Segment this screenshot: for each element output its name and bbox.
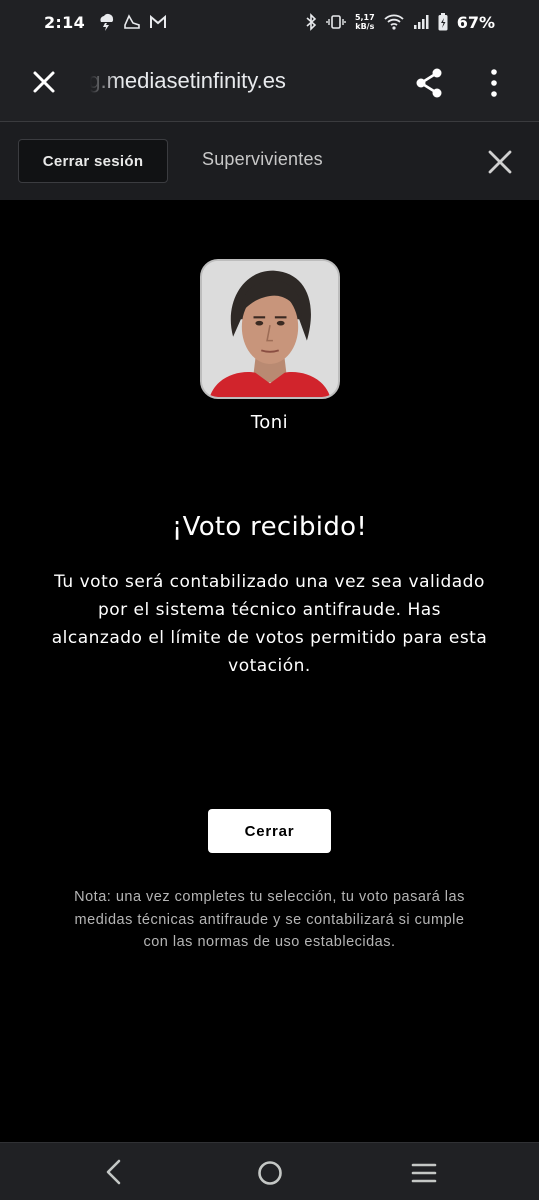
- contestant-photo: [202, 261, 338, 397]
- logout-button[interactable]: Cerrar sesión: [18, 139, 168, 183]
- result-message: Tu voto será contabilizado una vez sea v…: [51, 572, 488, 676]
- browser-toolbar: ng.mediasetinfinity.es: [0, 44, 539, 122]
- section-title: Supervivientes: [202, 149, 323, 169]
- back-icon[interactable]: [100, 1157, 128, 1187]
- home-icon[interactable]: [256, 1159, 284, 1187]
- running-shoe-icon: [124, 14, 140, 29]
- wifi-icon: [384, 14, 404, 30]
- recent-apps-icon[interactable]: [410, 1159, 438, 1187]
- close-tab-icon[interactable]: [28, 66, 60, 98]
- url-text: ng.mediasetinfinity.es: [90, 68, 286, 93]
- network-speed: 5,17 kB/s: [354, 13, 375, 31]
- signal-icon: [413, 15, 429, 29]
- url-display[interactable]: ng.mediasetinfinity.es: [90, 68, 350, 100]
- battery-charging-icon: [438, 13, 448, 31]
- disclaimer-note: Nota: una vez completes tu selección, tu…: [74, 889, 465, 950]
- vote-confirmation: Toni ¡Voto recibido! Tu voto será contab…: [0, 200, 539, 1142]
- gmail-icon: [150, 14, 166, 28]
- clock: 2:14: [44, 12, 85, 32]
- vibrate-icon: [326, 15, 346, 29]
- app-header: Cerrar sesión Supervivientes: [0, 122, 539, 200]
- result-title: ¡Voto recibido!: [171, 512, 368, 542]
- battery-level: 67%: [456, 12, 495, 32]
- more-options-icon[interactable]: [482, 66, 506, 100]
- close-button[interactable]: Cerrar: [208, 809, 331, 853]
- close-icon[interactable]: [486, 148, 514, 176]
- bluetooth-icon: [306, 13, 317, 31]
- contestant-name: Toni: [250, 412, 289, 433]
- status-bar: 2:14 5,17 kB/s 67%: [0, 0, 539, 44]
- weather-storm-icon: [100, 13, 114, 31]
- contestant-avatar: [200, 259, 340, 399]
- system-navigation-bar: [0, 1142, 539, 1200]
- share-icon[interactable]: [412, 66, 446, 100]
